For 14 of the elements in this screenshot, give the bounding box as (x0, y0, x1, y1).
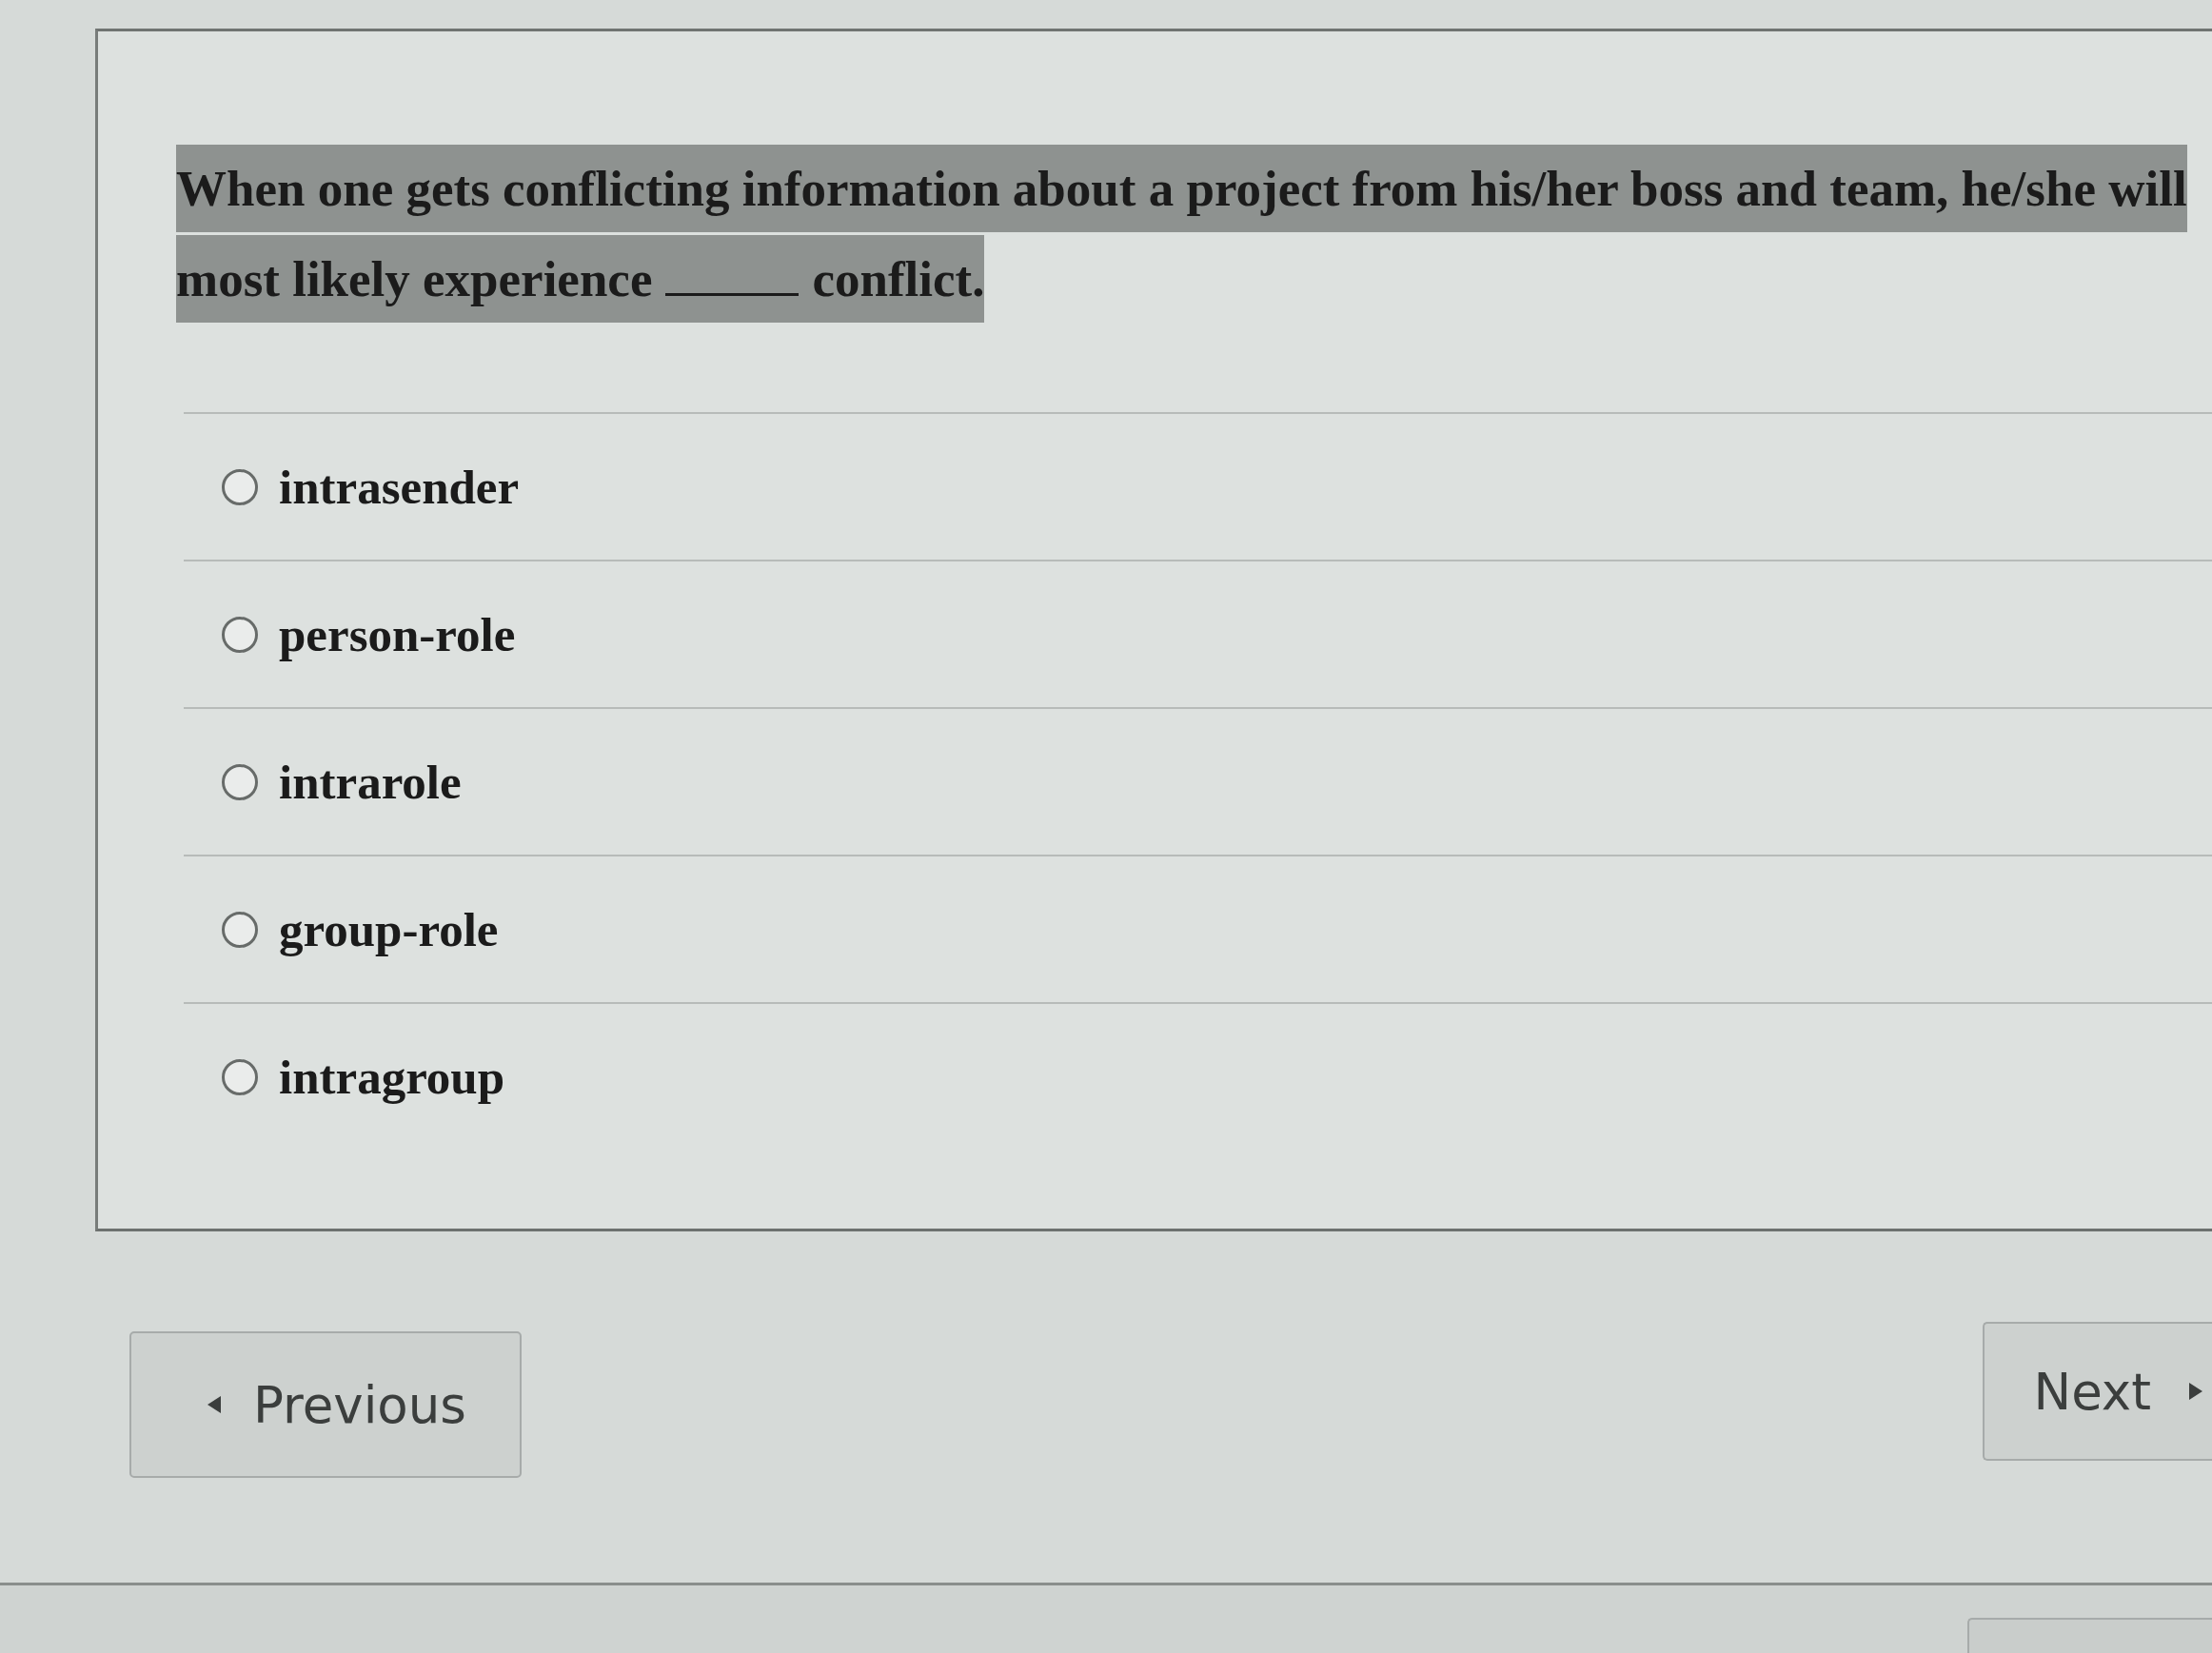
previous-button[interactable]: Previous (129, 1331, 522, 1478)
radio-button[interactable] (222, 468, 258, 505)
option-label[interactable]: person-role (279, 606, 516, 662)
option-label[interactable]: group-role (279, 901, 499, 957)
radio-button[interactable] (222, 911, 258, 948)
radio-button[interactable] (222, 616, 258, 653)
radio-button[interactable] (222, 763, 258, 800)
caret-left-icon (207, 1396, 221, 1413)
next-button[interactable]: Next (1982, 1322, 2212, 1461)
option-label[interactable]: intrasender (279, 459, 520, 515)
caret-right-icon (2189, 1383, 2202, 1400)
option-label[interactable]: intrarole (279, 754, 462, 810)
option-label[interactable]: intragroup (279, 1049, 505, 1105)
radio-button[interactable] (222, 1058, 258, 1095)
